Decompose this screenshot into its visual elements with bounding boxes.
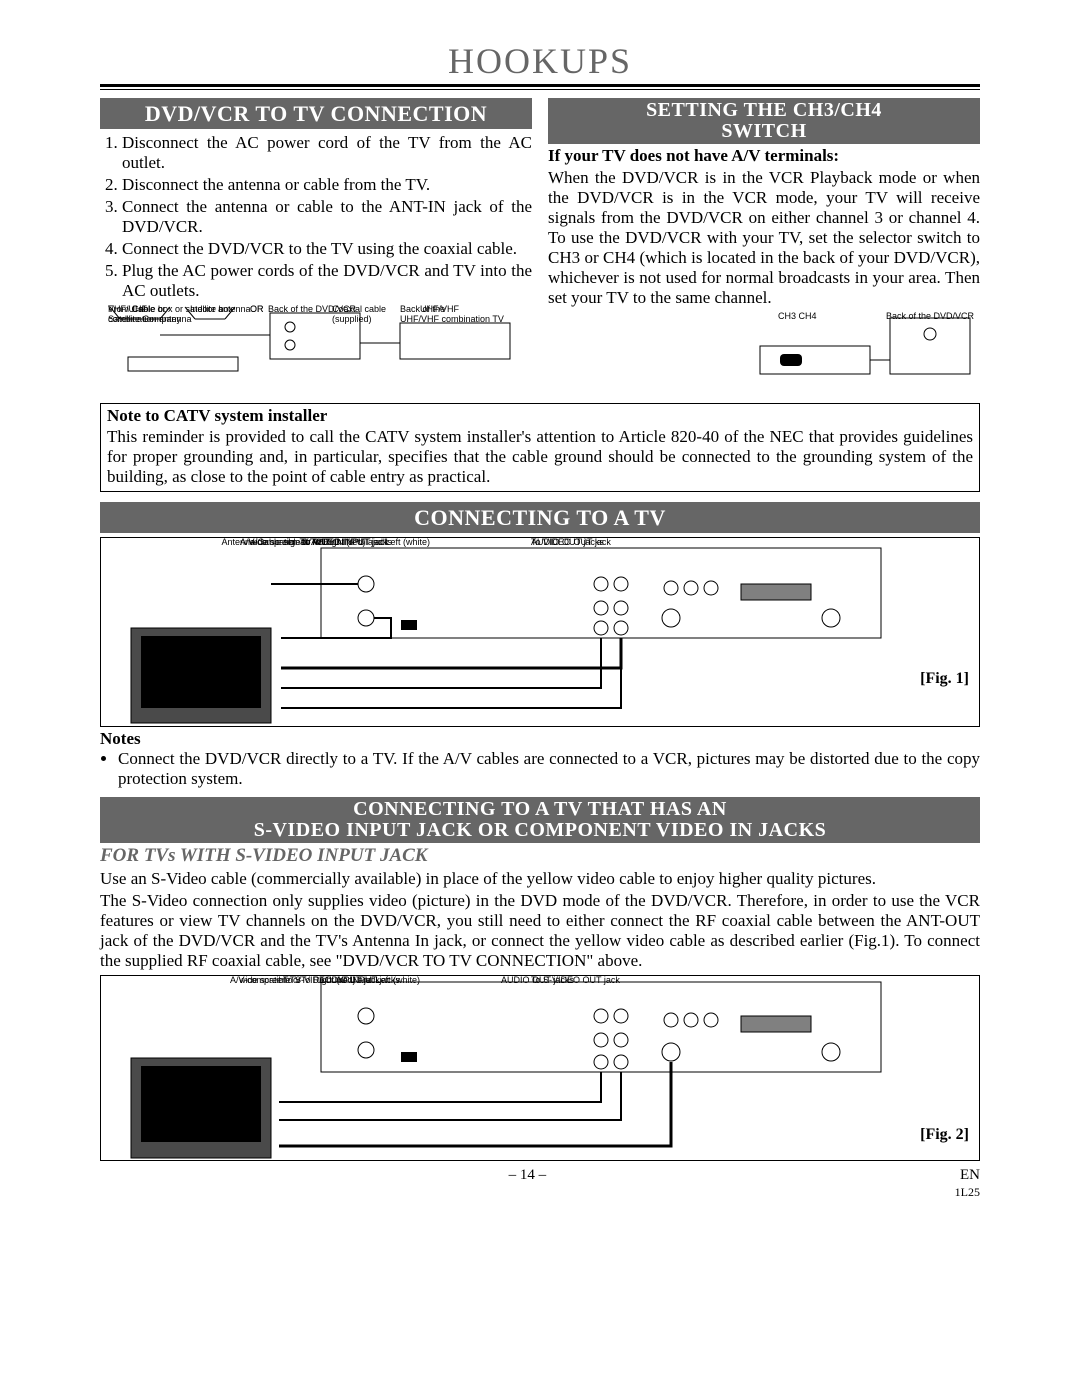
notes-heading: Notes [100, 729, 980, 749]
label-uhf-vhf: UHF/VHF [420, 305, 459, 314]
page-number: – 14 – [509, 1167, 547, 1200]
label-av-tv-2b: wide screen TV [141, 976, 301, 985]
step-item: Disconnect the AC power cord of the TV f… [122, 133, 532, 173]
label-audio-in: AUDIO INPUT jacks [311, 538, 392, 547]
footer-code: 1L25 [955, 1185, 980, 1199]
bar-ch3ch4: SETTING THE CH3/CH4 SWITCH [548, 98, 980, 144]
bar-svideo-line2: S-VIDEO INPUT JACK OR COMPONENT VIDEO IN… [104, 820, 976, 841]
col-dvd-vcr: DVD/VCR TO TV CONNECTION Disconnect the … [100, 98, 532, 397]
label-audio-out: AUDIO OUT jacks [531, 538, 604, 547]
rule-thin [100, 89, 980, 90]
step-item: Connect the antenna or cable to the ANT-… [122, 197, 532, 237]
footer-en: EN [960, 1167, 980, 1183]
notes-bullet: Connect the DVD/VCR directly to a TV. If… [118, 749, 980, 789]
label-satellite: From Cable or Satellite Company [108, 305, 181, 324]
bar-ch3ch4-line2: SWITCH [552, 121, 976, 142]
bar-ch3ch4-line1: SETTING THE CH3/CH4 [552, 100, 976, 121]
step-item: Disconnect the antenna or cable from the… [122, 175, 532, 195]
manual-page: HOOKUPS DVD/VCR TO TV CONNECTION Disconn… [0, 0, 1080, 1397]
label-svideo-in: To S-VIDEO INPUT jack [283, 976, 380, 985]
label-coax: Coaxial cable (supplied) [332, 305, 386, 324]
catv-note-box: Note to CATV system installer This remin… [100, 403, 980, 491]
step-item: Connect the DVD/VCR to the TV using the … [122, 239, 532, 259]
svideo-subhead: FOR TVs WITH S-VIDEO INPUT JACK [100, 845, 980, 867]
lead-av-terminals: If your TV does not have A/V terminals: [548, 146, 980, 166]
label-or-2: OR [250, 305, 264, 314]
catv-note-title: Note to CATV system installer [107, 406, 327, 425]
step-item: Plug the AC power cords of the DVD/VCR a… [122, 261, 532, 301]
notes-list: Connect the DVD/VCR directly to a TV. If… [118, 749, 980, 789]
bar-svideo-line1: CONNECTING TO A TV THAT HAS AN [104, 799, 976, 820]
label-ch3ch4: CH3 CH4 [778, 312, 817, 321]
col-ch3ch4: SETTING THE CH3/CH4 SWITCH If your TV do… [548, 98, 980, 397]
page-footer: – 14 – EN 1L25 [100, 1167, 980, 1200]
bar-dvd-vcr: DVD/VCR TO TV CONNECTION [100, 98, 532, 129]
bar-svideo: CONNECTING TO A TV THAT HAS AN S-VIDEO I… [100, 797, 980, 843]
diagram-connect-tv: [Fig. 1] [100, 537, 980, 727]
svideo-para2: The S-Video connection only supplies vid… [100, 891, 980, 971]
diagram-antenna-hookup: VHF/UHF combination antenna Indoor anten… [100, 305, 532, 397]
svideo-para1: Use an S-Video cable (commercially avail… [100, 869, 980, 889]
label-av-tv-2: wide screen TV [171, 538, 311, 547]
bar-connect-tv: CONNECTING TO A TV [100, 502, 980, 533]
label-back-dvdvcr-2: Back of the DVD/VCR [886, 312, 974, 321]
rule-thick [100, 84, 980, 87]
page-title: HOOKUPS [100, 40, 980, 82]
top-columns: DVD/VCR TO TV CONNECTION Disconnect the … [100, 98, 980, 397]
diagram-ch3ch4-switch: CH3 CH4 Back of the DVD/VCR [750, 312, 980, 394]
diagram-svideo: [Fig. 2] A/V-compatible o [100, 975, 980, 1161]
ch3ch4-body: When the DVD/VCR is in the VCR Playback … [548, 168, 980, 308]
catv-note-body: This reminder is provided to call the CA… [107, 427, 973, 486]
label-svideo-out: To S-VIDEO OUT jack [531, 976, 620, 985]
steps-list: Disconnect the AC power cord of the TV f… [100, 133, 532, 301]
